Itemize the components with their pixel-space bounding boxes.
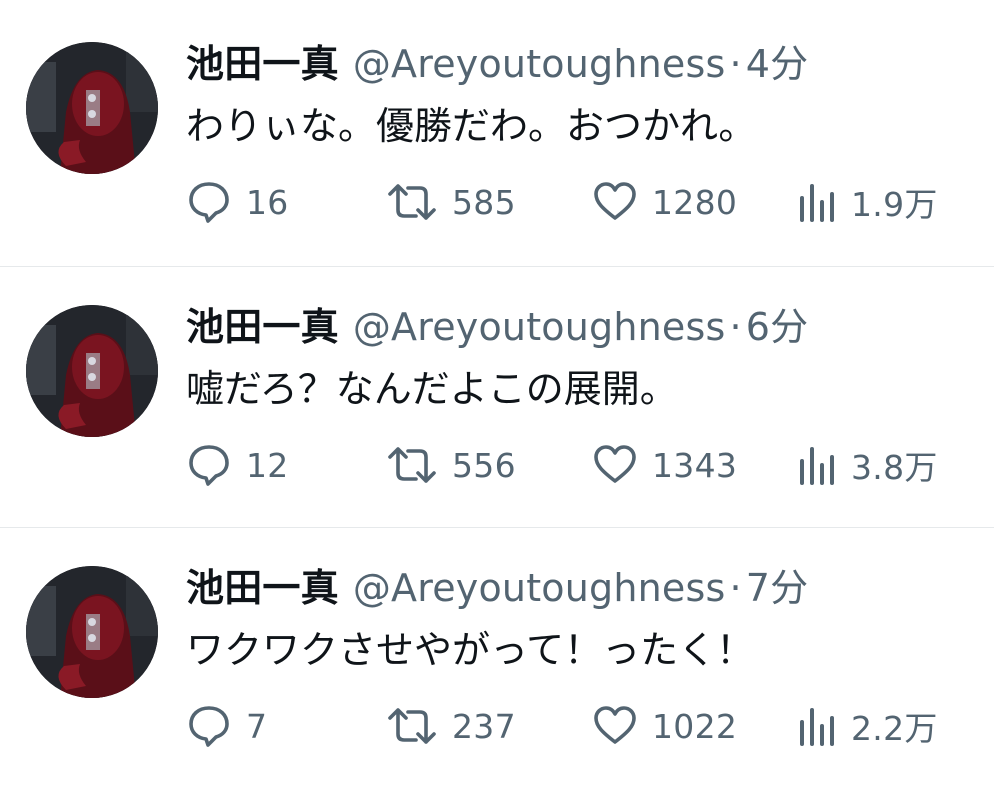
display-name[interactable]: 池田一真	[186, 42, 339, 86]
like-button[interactable]: 1022	[592, 704, 737, 748]
reply-button[interactable]: 7	[186, 704, 267, 748]
reply-button[interactable]: 16	[186, 180, 289, 224]
views-button[interactable]: 3.8万	[797, 443, 938, 487]
view-count: 3.8万	[851, 448, 938, 487]
display-name[interactable]: 池田一真	[186, 305, 339, 349]
avatar-image	[26, 42, 158, 174]
tweet-text: 嘘だろ？なんだよこの展開。	[186, 367, 678, 411]
bar-chart-icon	[800, 447, 834, 485]
tweet[interactable]: 池田一真 @Areyoutoughness · 6分 嘘だろ？なんだよこの展開。 12…	[0, 266, 994, 528]
avatar-image	[26, 305, 158, 437]
heart-icon	[594, 706, 636, 744]
views-button[interactable]: 1.9万	[797, 180, 938, 224]
like-button[interactable]: 1343	[592, 443, 737, 487]
tweet[interactable]: 池田一真 @Areyoutoughness · 7分 ワクワクさせやがって！ったく！ …	[0, 527, 994, 789]
avatar-image	[26, 566, 158, 698]
reply-count: 7	[246, 706, 268, 746]
tweet-header: 池田一真 @Areyoutoughness · 7分	[186, 562, 808, 614]
bar-chart-icon	[800, 184, 834, 222]
speech-bubble-icon	[189, 182, 229, 223]
like-count: 1343	[652, 445, 738, 485]
retweet-button[interactable]: 585	[386, 180, 516, 224]
timeline: 池田一真 @Areyoutoughness · 4分 わりぃな。優勝だわ。おつかれ。 …	[0, 0, 994, 765]
user-handle[interactable]: @Areyoutoughness	[353, 566, 726, 610]
like-count: 1022	[652, 706, 738, 746]
speech-bubble-icon	[189, 445, 229, 486]
retweet-arrows-icon	[388, 447, 436, 483]
separator-dot: ·	[729, 42, 742, 86]
like-count: 1280	[652, 182, 738, 222]
view-count: 1.9万	[851, 185, 938, 224]
user-handle[interactable]: @Areyoutoughness	[353, 42, 726, 86]
tweet-header: 池田一真 @Areyoutoughness · 4分	[186, 38, 808, 90]
speech-bubble-icon	[189, 706, 229, 747]
action-bar: 7 237 1022 2.2万	[186, 704, 966, 748]
retweet-count: 556	[452, 445, 516, 485]
reply-count: 12	[246, 445, 289, 485]
action-bar: 12 556 1343 3.8万	[186, 443, 966, 487]
timestamp[interactable]: 4分	[746, 42, 809, 86]
avatar[interactable]	[26, 305, 158, 437]
tweet-header: 池田一真 @Areyoutoughness · 6分	[186, 301, 808, 353]
tweet[interactable]: 池田一真 @Areyoutoughness · 4分 わりぃな。優勝だわ。おつかれ。 …	[0, 4, 994, 266]
bar-chart-icon	[800, 708, 834, 746]
retweet-button[interactable]: 556	[386, 443, 516, 487]
user-handle[interactable]: @Areyoutoughness	[353, 305, 726, 349]
like-button[interactable]: 1280	[592, 180, 737, 224]
action-bar: 16 585 1280 1.9万	[186, 180, 966, 224]
reply-button[interactable]: 12	[186, 443, 289, 487]
timestamp[interactable]: 6分	[746, 305, 809, 349]
separator-dot: ·	[729, 305, 742, 349]
avatar[interactable]	[26, 42, 158, 174]
view-count: 2.2万	[851, 709, 938, 748]
heart-icon	[594, 182, 636, 220]
tweet-text: ワクワクさせやがって！ったく！	[186, 628, 755, 672]
retweet-arrows-icon	[388, 708, 436, 744]
retweet-count: 585	[452, 182, 516, 222]
heart-icon	[594, 445, 636, 483]
views-button[interactable]: 2.2万	[797, 704, 938, 748]
retweet-button[interactable]: 237	[386, 704, 516, 748]
timestamp[interactable]: 7分	[746, 566, 809, 610]
display-name[interactable]: 池田一真	[186, 566, 339, 610]
retweet-count: 237	[452, 706, 516, 746]
reply-count: 16	[246, 182, 289, 222]
avatar[interactable]	[26, 566, 158, 698]
separator-dot: ·	[729, 566, 742, 610]
tweet-text: わりぃな。優勝だわ。おつかれ。	[186, 104, 757, 148]
retweet-arrows-icon	[388, 184, 436, 220]
